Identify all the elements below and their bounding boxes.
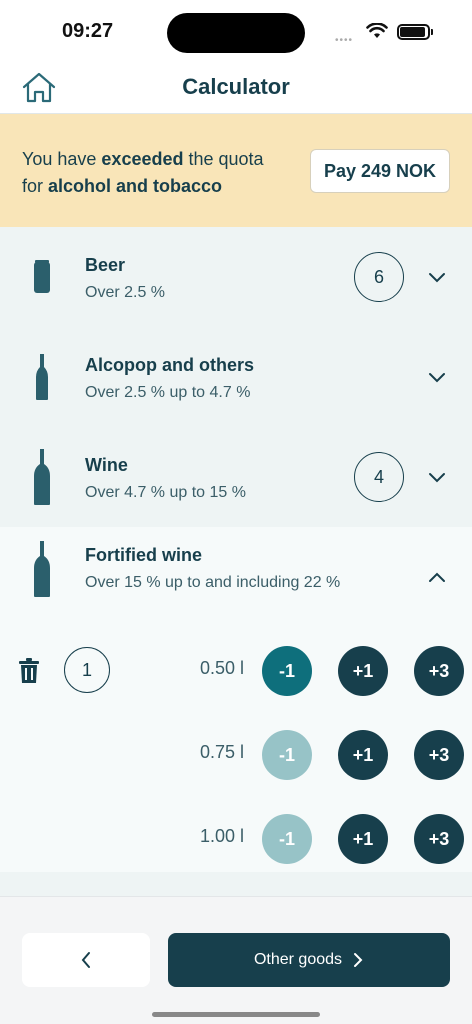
bottle-icon (28, 347, 56, 407)
item-description: Over 4.7 % up to 15 % (85, 484, 246, 501)
minus-1-button[interactable]: -1 (262, 814, 312, 864)
item-count-badge: 6 (354, 252, 404, 302)
wifi-icon (366, 23, 388, 38)
wine-bottle-icon (28, 539, 56, 599)
pay-button[interactable]: Pay 249 NOK (310, 149, 450, 193)
banner-message: You have exceeded the quota for alcohol … (22, 149, 264, 196)
plus-3-button[interactable]: +3 (414, 646, 464, 696)
item-name: Wine (85, 455, 128, 475)
signal-icon: •••• (335, 35, 354, 46)
item-description: Over 2.5 % up to 4.7 % (85, 384, 251, 401)
chevron-down-icon[interactable] (426, 366, 448, 388)
nav-bar: Calculator (0, 62, 472, 114)
volume-row-0-50: 1 0.50 l -1 +1 +3 (0, 640, 472, 700)
plus-1-button[interactable]: +1 (338, 646, 388, 696)
chevron-up-icon[interactable] (426, 567, 448, 589)
volume-label: 0.50 l (199, 658, 244, 678)
wine-bottle-icon (28, 447, 56, 507)
trash-icon[interactable] (18, 658, 40, 684)
chevron-down-icon[interactable] (426, 266, 448, 288)
other-goods-button[interactable]: Other goods (168, 933, 450, 987)
footer-bar: Other goods (0, 896, 472, 1024)
chevron-left-icon (81, 952, 90, 968)
other-goods-label: Other goods (253, 951, 343, 968)
minus-1-button[interactable]: -1 (262, 730, 312, 780)
list-item-wine[interactable]: Wine Over 4.7 % up to 15 % 4 (0, 427, 472, 527)
category-list: Beer Over 2.5 % 6 Alcopop and others Ove… (0, 227, 472, 872)
volume-row-0-75: 0.75 l -1 +1 +3 (0, 724, 472, 784)
status-time: 09:27 (62, 20, 114, 42)
back-button[interactable] (22, 933, 150, 987)
status-bar: 09:27 •••• (0, 0, 472, 62)
item-name: Alcopop and others (85, 355, 255, 375)
plus-1-button[interactable]: +1 (338, 814, 388, 864)
chevron-down-icon[interactable] (426, 466, 448, 488)
item-description: Over 2.5 % (85, 284, 166, 301)
minus-1-button[interactable]: -1 (262, 646, 312, 696)
list-item-beer[interactable]: Beer Over 2.5 % 6 (0, 227, 472, 327)
item-description: Over 15 % up to and including 22 % (85, 574, 341, 591)
battery-icon (397, 24, 430, 40)
home-indicator (152, 1012, 320, 1017)
list-item-alcopop[interactable]: Alcopop and others Over 2.5 % up to 4.7 … (0, 327, 472, 427)
volume-label: 0.75 l (199, 742, 244, 762)
plus-1-button[interactable]: +1 (338, 730, 388, 780)
chevron-right-icon (354, 953, 363, 967)
plus-3-button[interactable]: +3 (414, 730, 464, 780)
plus-3-button[interactable]: +3 (414, 814, 464, 864)
quantity-badge: 1 (64, 647, 110, 693)
can-icon (28, 247, 56, 307)
dynamic-island (167, 13, 305, 53)
page-title: Calculator (182, 74, 290, 99)
item-name: Fortified wine (85, 545, 202, 565)
list-item-fortified-wine: Fortified wine Over 15 % up to and inclu… (0, 527, 472, 872)
volume-label: 1.00 l (199, 826, 244, 846)
item-count-badge: 4 (354, 452, 404, 502)
quota-banner: You have exceeded the quota for alcohol … (0, 114, 472, 227)
item-name: Beer (85, 255, 126, 275)
volume-row-1-00: 1.00 l -1 +1 +3 (0, 808, 472, 868)
